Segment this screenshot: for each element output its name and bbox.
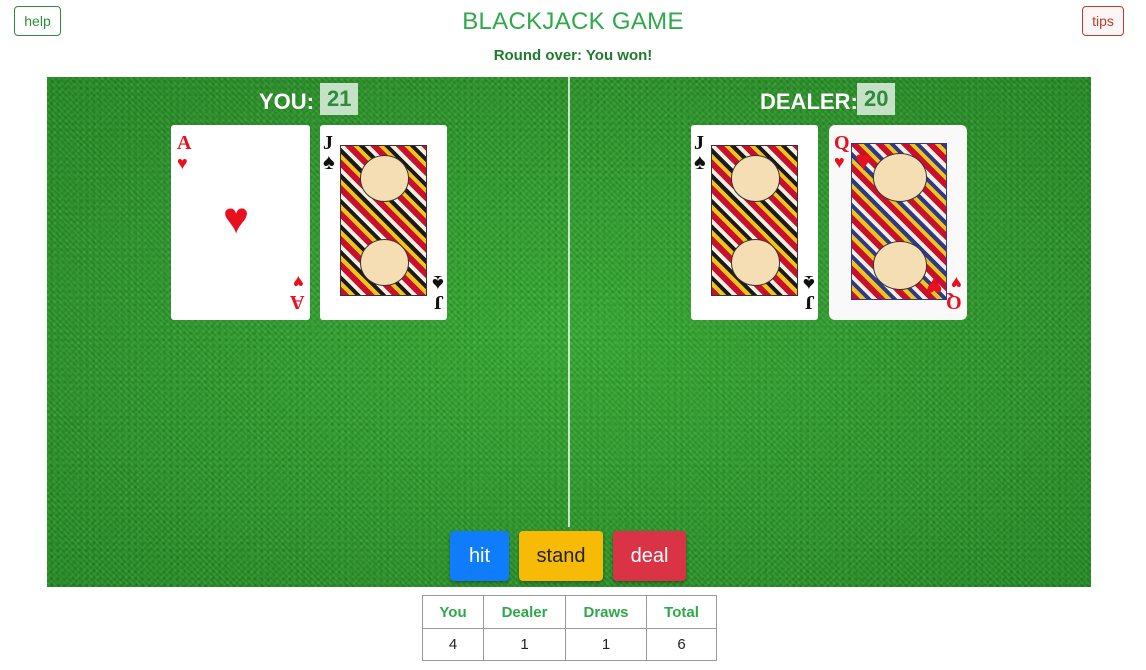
player-score: 21 [320, 83, 359, 115]
header-draws: Draws [565, 595, 647, 629]
heart-icon: ♥ [223, 194, 250, 243]
scoreboard-table: You Dealer Draws Total 4 1 1 6 [422, 595, 717, 661]
value-dealer: 1 [483, 628, 566, 661]
jack-face-icon [711, 145, 798, 296]
value-draws: 1 [565, 628, 647, 661]
player-card-ace-of-hearts: A ♥ ♥ A ♥ [171, 125, 310, 320]
deal-button[interactable]: deal [613, 531, 686, 581]
value-you: 4 [422, 628, 484, 661]
scoreboard-header-row: You Dealer Draws Total [422, 595, 717, 629]
page-title: BLACKJACK GAME [462, 8, 684, 35]
player-card-jack-of-spades: J ♠ J ♠ [320, 125, 447, 320]
heart-icon: ♥ [293, 272, 304, 292]
header-total: Total [646, 595, 717, 629]
heart-icon: ♥ [926, 271, 943, 302]
value-total: 6 [646, 628, 717, 661]
hit-button[interactable]: hit [450, 531, 509, 581]
card-rank: A [177, 132, 192, 154]
tips-button[interactable]: tips [1082, 6, 1124, 36]
dealer-label: DEALER: [760, 89, 858, 114]
spade-icon: ♠ [432, 271, 444, 296]
heart-icon: ♥ [177, 153, 188, 173]
table-divider [568, 77, 570, 527]
dealer-score: 20 [857, 83, 896, 115]
dealer-card-jack-of-spades: J ♠ J ♠ [691, 125, 818, 320]
scoreboard-row: 4 1 1 6 [422, 628, 717, 661]
header-you: You [422, 595, 484, 629]
player-label: YOU: [259, 89, 314, 114]
spade-icon: ♠ [803, 271, 815, 296]
game-table: YOU: 21 DEALER: 20 A ♥ ♥ A ♥ J ♠ J ♠ J ♠… [47, 77, 1091, 587]
header-dealer: Dealer [483, 595, 566, 629]
heart-icon: ♥ [951, 273, 962, 293]
stand-button[interactable]: stand [519, 531, 603, 581]
round-status: Round over: You won! [493, 47, 653, 64]
jack-face-icon [340, 145, 427, 296]
heart-icon: ♥ [834, 152, 845, 172]
card-rank: Q [834, 132, 850, 154]
spade-icon: ♠ [323, 149, 335, 174]
dealer-card-queen-of-hearts: Q ♥ ♥ ♥ Q ♥ [829, 125, 967, 320]
card-rank: Q [946, 291, 962, 313]
heart-icon: ♥ [855, 145, 872, 176]
card-rank: A [289, 291, 304, 313]
spade-icon: ♠ [694, 149, 706, 174]
